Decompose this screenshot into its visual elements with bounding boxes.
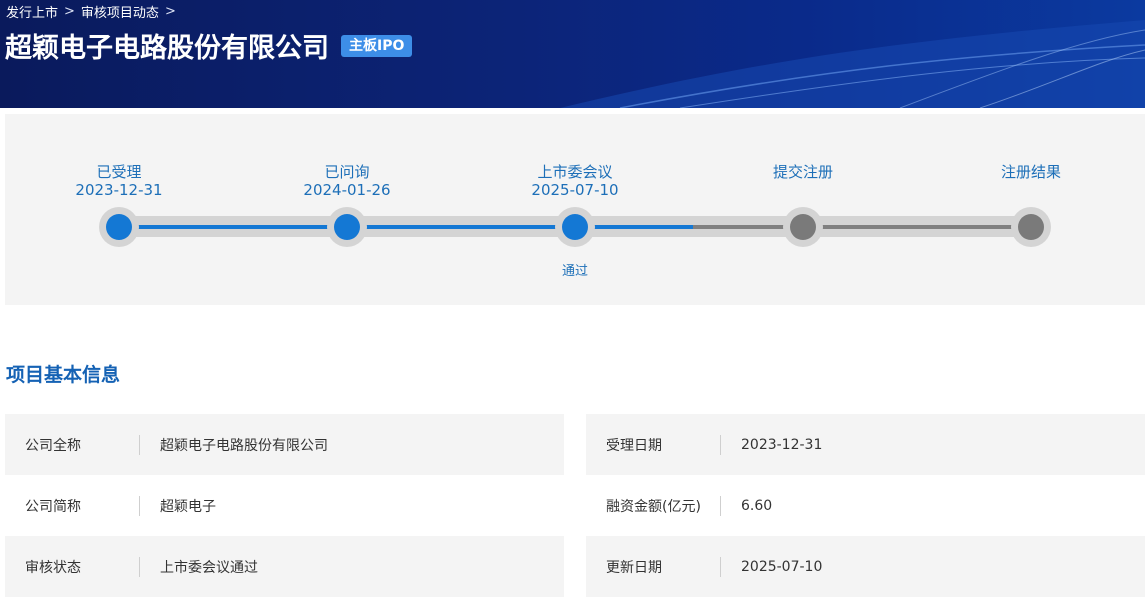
step-name: 提交注册: [772, 163, 833, 181]
step-name: 注册结果: [1000, 163, 1061, 181]
info-value: 2023-12-31: [741, 436, 823, 453]
step-registration-result: 注册结果: [951, 163, 1111, 181]
step-inquired: 已问询 2024-01-26: [267, 163, 427, 200]
breadcrumb: 发行上市 > 审核项目动态 >: [6, 2, 176, 21]
breadcrumb-item-review-dynamics[interactable]: 审核项目动态: [81, 2, 159, 21]
node-dot-icon: [790, 214, 816, 240]
title-row: 超颖电子电路股份有限公司 主板IPO: [5, 26, 413, 65]
info-value: 上市委会议通过: [160, 559, 258, 576]
step-date: 2024-01-26: [303, 181, 391, 199]
breadcrumb-item-issuance[interactable]: 发行上市: [6, 2, 58, 21]
info-label: 更新日期: [606, 559, 662, 576]
info-row-review-status: 审核状态 上市委会议通过: [5, 536, 564, 597]
board-badge: 主板IPO: [341, 34, 413, 57]
node-dot-icon: [106, 214, 132, 240]
section-title-basic-info: 项目基本信息: [6, 364, 121, 386]
info-label: 公司简称: [25, 498, 81, 515]
breadcrumb-separator-icon: >: [164, 4, 176, 19]
node-dot-icon: [1018, 214, 1044, 240]
info-value: 超颖电子电路股份有限公司: [160, 437, 328, 454]
node-dot-icon: [562, 214, 588, 240]
info-row-company-full-name: 公司全称 超颖电子电路股份有限公司: [5, 414, 564, 475]
step-date: 2023-12-31: [75, 181, 163, 199]
info-value: 6.60: [741, 497, 773, 514]
info-row-company-short-name: 公司简称 超颖电子: [5, 475, 564, 536]
step-name: 已问询: [324, 163, 370, 181]
step-node-submit-registration: [783, 207, 823, 247]
header-banner: 发行上市 > 审核项目动态 > 超颖电子电路股份有限公司 主板IPO: [0, 0, 1145, 108]
step-name: 上市委会议: [537, 163, 613, 181]
step-node-accepted: [99, 207, 139, 247]
step-node-inquired: [327, 207, 367, 247]
info-label: 公司全称: [25, 437, 81, 454]
review-progress-panel: 已受理 2023-12-31 已问询 2024-01-26 上市委会议 2025…: [5, 114, 1145, 305]
step-date: 2025-07-10: [531, 181, 619, 199]
page-title: 超颖电子电路股份有限公司: [5, 33, 329, 64]
step-accepted: 已受理 2023-12-31: [39, 163, 199, 200]
info-value: 超颖电子: [160, 498, 216, 515]
step-node-listing-committee: [555, 207, 595, 247]
step-listing-committee: 上市委会议 2025-07-10: [495, 163, 655, 200]
info-row-accept-date: 受理日期 2023-12-31: [586, 414, 1145, 475]
progress-fill-completed: [123, 225, 693, 229]
progress-fill-pending: [693, 225, 1031, 229]
info-label: 审核状态: [25, 559, 81, 576]
step-submit-registration: 提交注册: [723, 163, 883, 181]
info-row-financing-amount: 融资金额(亿元) 6.60: [586, 475, 1145, 536]
step-result-listing-committee: 通过: [561, 264, 588, 279]
step-name: 已受理: [96, 163, 142, 181]
info-row-update-date: 更新日期 2025-07-10: [586, 536, 1145, 597]
breadcrumb-separator-icon: >: [64, 4, 75, 19]
info-value: 2025-07-10: [741, 558, 823, 575]
step-node-registration-result: [1011, 207, 1051, 247]
node-dot-icon: [334, 214, 360, 240]
info-label: 融资金额(亿元): [606, 498, 701, 515]
info-label: 受理日期: [606, 437, 662, 454]
